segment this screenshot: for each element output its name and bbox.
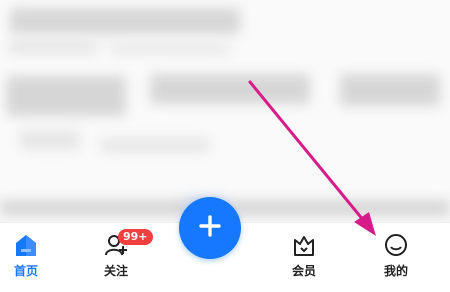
tab-follow[interactable]: 关注 99+	[81, 223, 153, 292]
publish-plus-button[interactable]	[179, 197, 241, 259]
tab-profile-label: 我的	[383, 264, 408, 278]
tab-home-label: 首页	[13, 264, 38, 278]
tab-home[interactable]: 首页	[0, 223, 61, 292]
blurred-feed-content	[0, 0, 450, 222]
profile-smile-icon	[382, 231, 410, 259]
notification-badge: 99+	[118, 229, 153, 245]
tab-vip[interactable]: 会员	[269, 223, 339, 292]
plus-icon	[198, 214, 222, 242]
vip-crown-icon	[290, 231, 318, 259]
tab-follow-label: 关注	[103, 264, 128, 278]
tab-vip-label: 会员	[291, 264, 316, 278]
tab-profile[interactable]: 我的	[361, 223, 431, 292]
home-icon	[12, 231, 40, 259]
